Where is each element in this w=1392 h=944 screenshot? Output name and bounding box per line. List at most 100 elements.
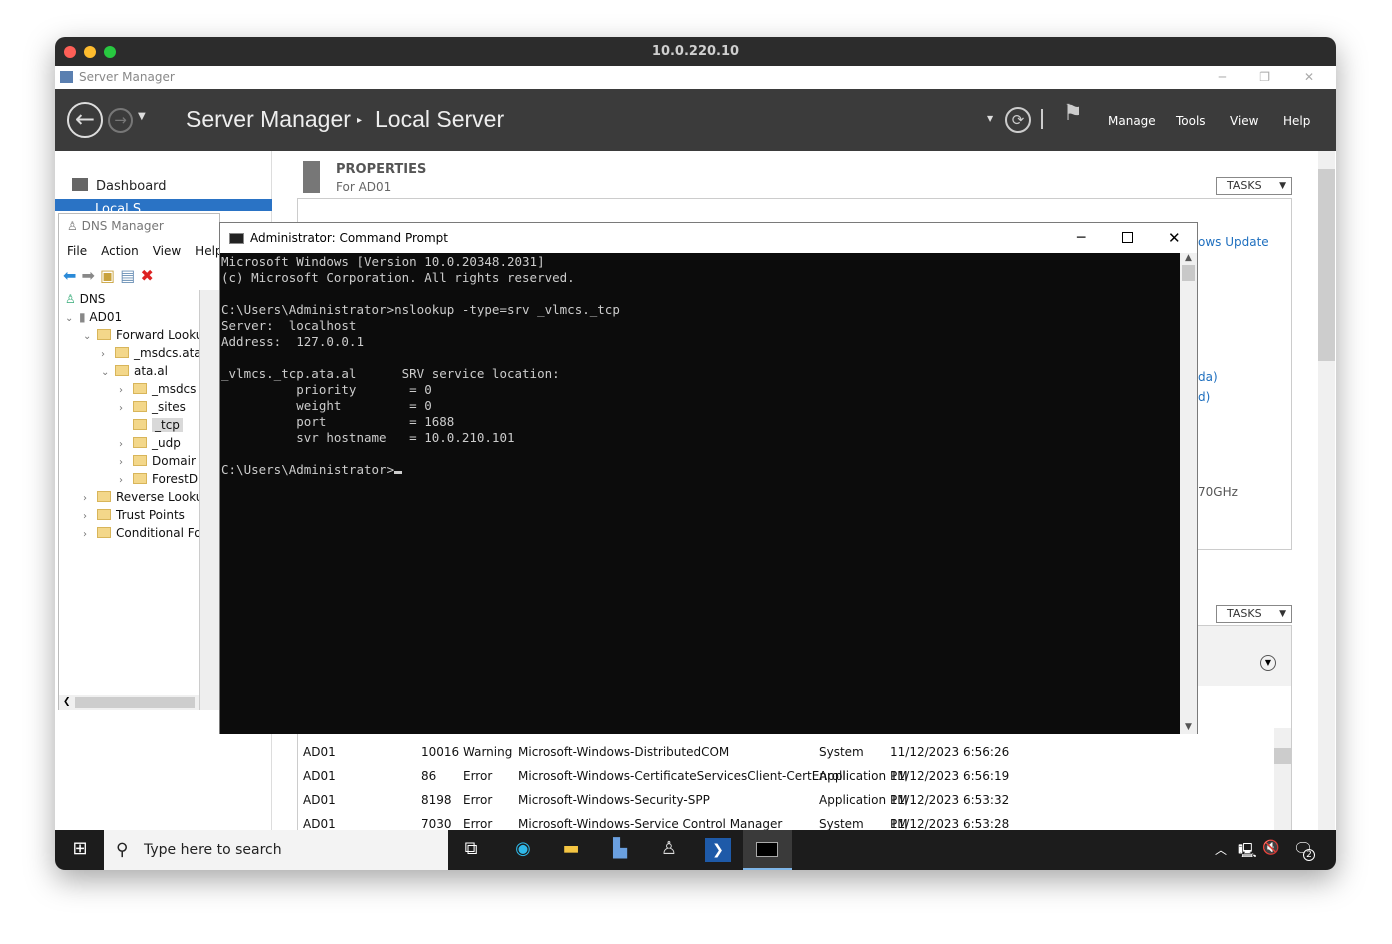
- dns-manager-window: ♙ DNS Manager File Action View Help ⬅ ➡ ▣ ▤…: [58, 213, 223, 710]
- minimize-button[interactable]: [84, 46, 96, 58]
- history-dropdown-icon[interactable]: ▼: [138, 111, 146, 122]
- tasks-dropdown[interactable]: TASKS ▼: [1216, 177, 1292, 195]
- dns-tree: ♙ DNS ⌄ ▮ AD01 ⌄ Forward Looku › _msdcs.ata ⌄ at…: [59, 290, 203, 710]
- notifications-flag-icon[interactable]: ⚑: [1063, 101, 1083, 126]
- show-hide-icon[interactable]: ▤: [120, 266, 135, 285]
- task-view-icon[interactable]: ⧉: [458, 838, 484, 862]
- server-manager-header: ← → ▼ Server Manager ▸ Local Server ▼ ⟳ …: [55, 89, 1336, 151]
- menu-action[interactable]: Action: [101, 244, 139, 258]
- scroll-up-icon[interactable]: ▲: [1180, 253, 1197, 263]
- dns-title-text: DNS Manager: [81, 219, 164, 233]
- tasks-dropdown-events[interactable]: TASKS ▼: [1216, 605, 1292, 623]
- tree-node[interactable]: ⌄ ▮ AD01: [65, 308, 122, 326]
- tree-node[interactable]: _tcp: [119, 416, 183, 434]
- menu-manage[interactable]: Manage: [1108, 114, 1156, 128]
- minimize-icon[interactable]: ─: [1219, 66, 1226, 89]
- delete-icon[interactable]: ✖: [140, 266, 153, 285]
- tree-node-label: _msdcs: [152, 382, 197, 396]
- cell-log: Application: [819, 793, 887, 807]
- tree-node[interactable]: › Conditional Fo: [83, 524, 202, 542]
- tree-node-label: Forward Looku: [116, 328, 204, 342]
- close-icon[interactable]: ✕: [1168, 223, 1181, 253]
- events-scrollbar[interactable]: [1274, 728, 1291, 831]
- dashboard-icon: [72, 178, 88, 191]
- menu-tools[interactable]: Tools: [1176, 114, 1206, 128]
- cmd-taskbar-button[interactable]: [743, 830, 792, 870]
- search-box[interactable]: ⚲ Type here to search: [104, 830, 448, 870]
- cell-severity: Error: [463, 793, 493, 807]
- main-scrollbar[interactable]: [1318, 151, 1335, 830]
- forward-icon[interactable]: →: [108, 108, 133, 133]
- refresh-icon[interactable]: ⟳: [1005, 107, 1031, 133]
- tree-node-label: Trust Points: [116, 508, 185, 522]
- menu-help[interactable]: Help: [1283, 114, 1310, 128]
- tree-hscrollbar[interactable]: ❮: [59, 695, 199, 710]
- tree-node[interactable]: ⌄ Forward Looku: [83, 326, 203, 344]
- tree-node[interactable]: › _sites: [119, 398, 186, 416]
- powershell-icon[interactable]: ❯: [705, 838, 731, 862]
- menu-view[interactable]: View: [1230, 114, 1258, 128]
- tree-node[interactable]: › _msdcs: [119, 380, 196, 398]
- expand-icon[interactable]: ▼: [1260, 655, 1276, 671]
- edge-icon[interactable]: ◉: [510, 838, 536, 862]
- tree-node[interactable]: › _msdcs.ata: [101, 344, 202, 362]
- restore-icon[interactable]: ❐: [1259, 66, 1270, 89]
- tree-node-label: _tcp: [152, 418, 183, 432]
- tree-node[interactable]: › Reverse Looku: [83, 488, 203, 506]
- tray-chevron-icon[interactable]: ︿: [1215, 841, 1227, 858]
- volume-muted-icon[interactable]: 🔇: [1262, 840, 1279, 856]
- tree-node-label: ForestD: [152, 472, 199, 486]
- folder-icon: [133, 473, 147, 484]
- expand-arrow-icon[interactable]: ⌄: [83, 328, 97, 346]
- cell-id: 8198: [421, 793, 452, 807]
- cell-severity: Error: [463, 769, 493, 783]
- dropdown-icon[interactable]: ▼: [987, 114, 993, 123]
- tree-node[interactable]: › _udp: [119, 434, 181, 452]
- menu-file[interactable]: File: [67, 244, 87, 258]
- start-button[interactable]: ⊞: [67, 838, 93, 862]
- scroll-thumb[interactable]: [1182, 265, 1195, 281]
- back-icon[interactable]: ←: [67, 102, 103, 138]
- dns-manager-title: ♙ DNS Manager: [67, 219, 164, 233]
- property-link[interactable]: d): [1198, 390, 1210, 404]
- minimize-icon[interactable]: ─: [1077, 223, 1085, 253]
- table-row[interactable]: AD01 86 Error Microsoft-Windows-Certificate…: [303, 764, 1023, 807]
- maximize-icon[interactable]: [1122, 232, 1133, 243]
- windows-update-link[interactable]: ows Update: [1198, 235, 1269, 249]
- zoom-button[interactable]: [104, 46, 116, 58]
- tree-node[interactable]: › Domair: [119, 452, 196, 470]
- server-manager-icon: [60, 71, 73, 83]
- tree-node-label: Domair: [152, 454, 196, 468]
- back-arrow-icon[interactable]: ⬅: [63, 266, 76, 285]
- breadcrumb-server-manager[interactable]: Server Manager: [186, 106, 351, 133]
- table-row[interactable]: AD01 8198 Error Microsoft-Windows-Security-…: [303, 788, 1023, 831]
- expand-arrow-icon[interactable]: ⌄: [101, 364, 115, 382]
- folder-icon: [133, 401, 147, 412]
- close-button[interactable]: [64, 46, 76, 58]
- property-link[interactable]: da): [1198, 370, 1218, 384]
- tree-node[interactable]: › ForestD: [119, 470, 198, 488]
- folder-icon: [97, 491, 111, 502]
- forward-arrow-icon[interactable]: ➡: [82, 266, 95, 285]
- scroll-down-icon[interactable]: ▼: [1180, 722, 1197, 732]
- close-icon[interactable]: ✕: [1304, 66, 1314, 89]
- table-row[interactable]: AD01 10016 Warning Microsoft-Windows-Distri…: [303, 740, 1023, 783]
- network-icon[interactable]: 🖳: [1238, 840, 1257, 864]
- file-explorer-icon[interactable]: ▬: [558, 838, 584, 862]
- sidebar-item-local-server[interactable]: Local S: [55, 199, 272, 211]
- tree-node-label: _udp: [152, 436, 181, 450]
- console-output[interactable]: Microsoft Windows [Version 10.0.20348.20…: [220, 253, 1180, 734]
- notification-icon[interactable]: 🗨 2: [1293, 839, 1315, 861]
- server-manager-taskbar-icon[interactable]: ▙: [607, 838, 633, 862]
- dns-taskbar-icon[interactable]: ♙: [656, 838, 682, 862]
- expand-arrow-icon[interactable]: ›: [83, 526, 97, 544]
- tree-node[interactable]: ⌄ ata.al: [101, 362, 168, 380]
- up-folder-icon[interactable]: ▣: [100, 266, 115, 285]
- cmd-icon: [229, 233, 244, 244]
- expand-arrow-icon[interactable]: ⌄: [65, 310, 79, 328]
- menu-view[interactable]: View: [153, 244, 181, 258]
- tree-node[interactable]: ♙ DNS: [65, 290, 105, 308]
- cmd-scrollbar[interactable]: ▲ ▼: [1180, 253, 1197, 734]
- tree-node[interactable]: › Trust Points: [83, 506, 185, 524]
- sidebar-item-dashboard[interactable]: Dashboard: [72, 178, 167, 194]
